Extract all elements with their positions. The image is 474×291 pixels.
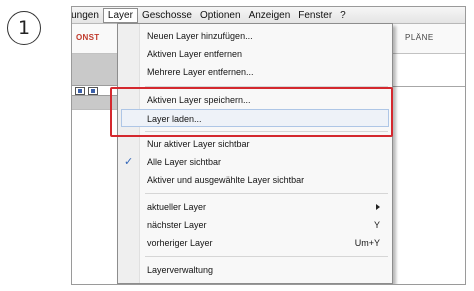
step-number-badge: 1: [7, 11, 41, 45]
application-window: rtungen Layer Geschosse Optionen Anzeige…: [71, 6, 466, 285]
menu-auswertungen[interactable]: rtungen: [72, 8, 103, 23]
menu-item-vorheriger-layer[interactable]: vorheriger Layer Um+Y: [118, 234, 392, 252]
menu-geschosse[interactable]: Geschosse: [138, 8, 196, 23]
menu-item-label: Layerverwaltung: [147, 265, 214, 275]
menu-item-aktiven-layer-entfernen[interactable]: Aktiven Layer entfernen: [118, 45, 392, 63]
menu-anzeigen[interactable]: Anzeigen: [245, 8, 295, 23]
menu-item-label: Aktiver und ausgewählte Layer sichtbar: [147, 175, 305, 185]
menu-item-alle-layer-sichtbar[interactable]: ✓ Alle Layer sichtbar: [118, 153, 392, 171]
menu-item-neuen-layer-hinzufuegen[interactable]: Neuen Layer hinzufügen...: [118, 27, 392, 45]
menu-item-layerverwaltung[interactable]: Layerverwaltung: [118, 261, 392, 279]
menu-item-nur-aktiver-layer-sichtbar[interactable]: Nur aktiver Layer sichtbar: [118, 135, 392, 153]
menu-help[interactable]: ?: [336, 8, 350, 23]
menu-item-shortcut: Um+Y: [354, 238, 380, 248]
menu-item-label: Aktiven Layer entfernen: [147, 49, 243, 59]
tab-konstruktion[interactable]: ONST: [76, 33, 99, 42]
menu-item-label: nächster Layer: [147, 220, 207, 230]
layer-dropdown-menu: Neuen Layer hinzufügen... Aktiven Layer …: [117, 23, 393, 284]
layer-options-icon[interactable]: [88, 87, 98, 95]
layer-tool-icon[interactable]: [75, 87, 85, 95]
highlight-callout-box: [110, 87, 393, 137]
checkmark-icon: ✓: [124, 155, 134, 168]
menu-item-shortcut: Y: [373, 220, 380, 230]
menu-item-label: Neuen Layer hinzufügen...: [147, 31, 253, 41]
menu-fenster[interactable]: Fenster: [294, 8, 336, 23]
menu-layer[interactable]: Layer: [102, 7, 138, 23]
menu-separator: [145, 256, 388, 257]
tab-plaene[interactable]: PLÄNE: [405, 33, 434, 42]
menu-item-label: aktueller Layer: [147, 202, 207, 212]
menu-optionen[interactable]: Optionen: [196, 8, 245, 23]
menu-item-aktueller-layer[interactable]: aktueller Layer: [118, 198, 392, 216]
menu-item-label: Alle Layer sichtbar: [147, 157, 222, 167]
menu-separator: [145, 193, 388, 194]
menu-bar: rtungen Layer Geschosse Optionen Anzeige…: [72, 7, 465, 24]
menu-item-mehrere-layer-entfernen[interactable]: Mehrere Layer entfernen...: [118, 63, 392, 81]
menu-item-label: Nur aktiver Layer sichtbar: [147, 139, 250, 149]
submenu-arrow-icon: [376, 204, 380, 210]
menu-item-aktiver-und-ausgewaehlte-layer-sichtbar[interactable]: Aktiver und ausgewählte Layer sichtbar: [118, 171, 392, 189]
menu-item-naechster-layer[interactable]: nächster Layer Y: [118, 216, 392, 234]
menu-item-label: Mehrere Layer entfernen...: [147, 67, 254, 77]
menu-item-label: vorheriger Layer: [147, 238, 213, 248]
